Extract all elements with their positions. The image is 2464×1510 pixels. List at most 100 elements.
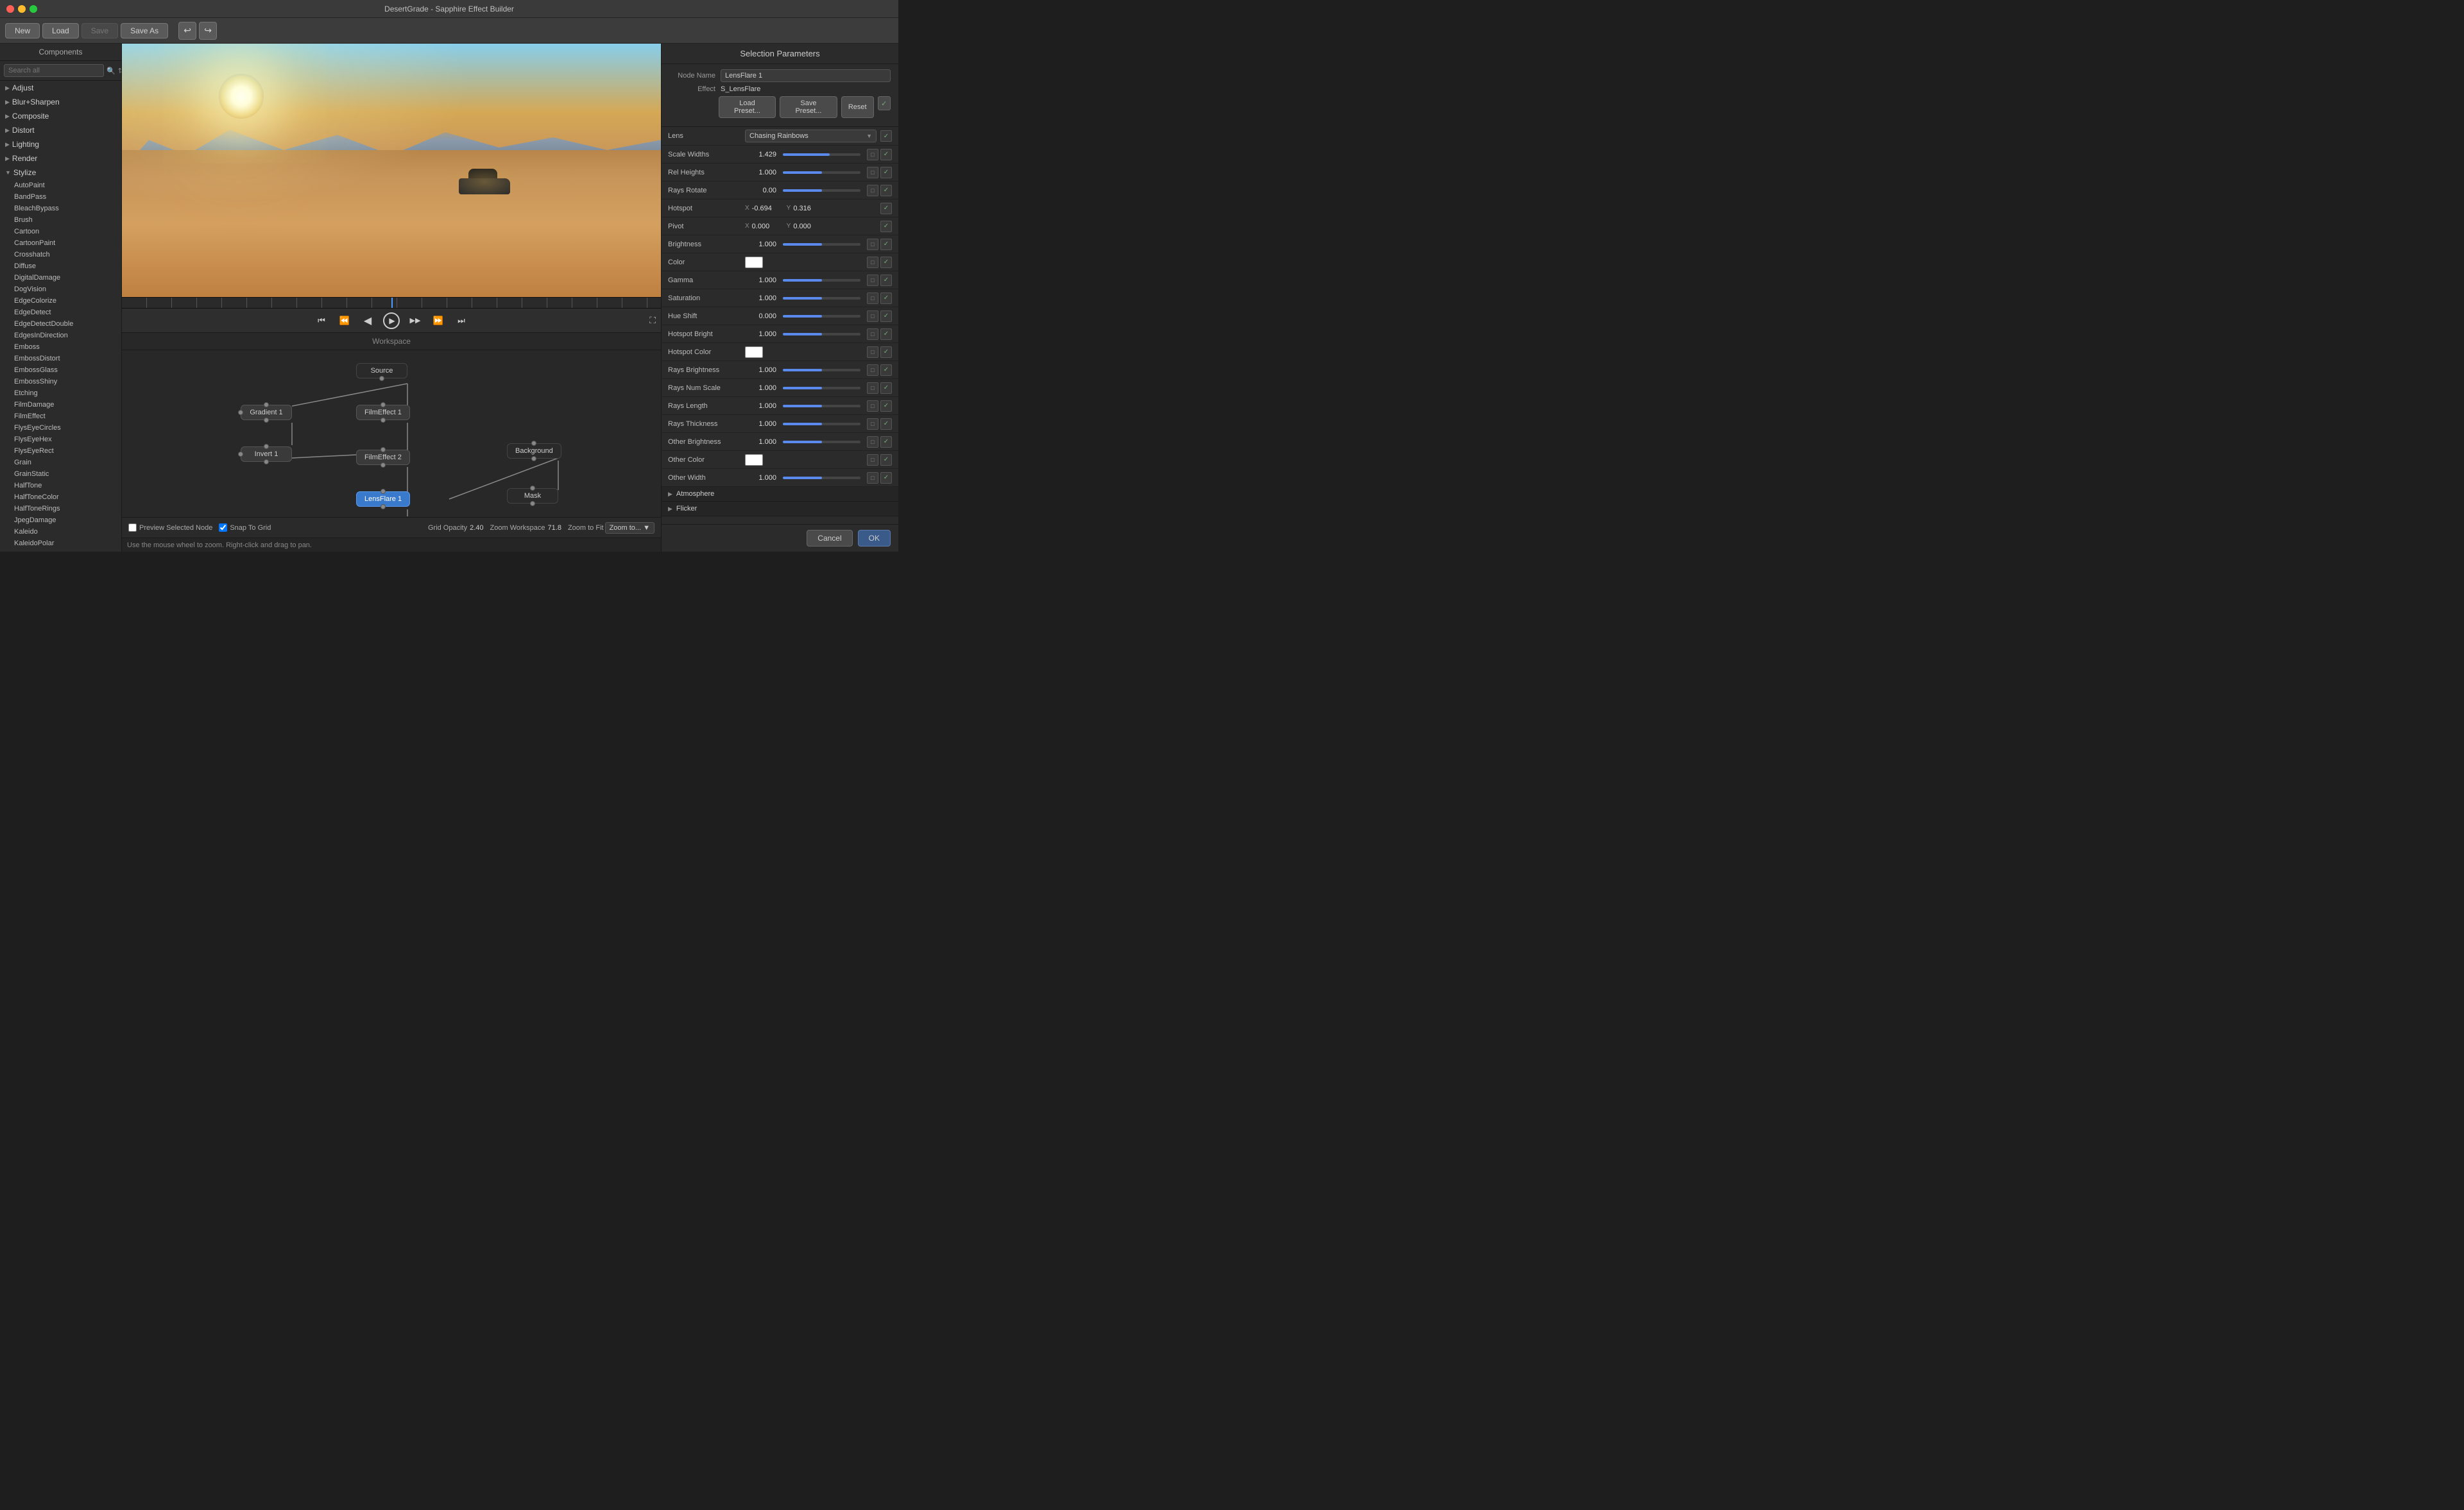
- node-canvas[interactable]: SourceGradient 1FilmEffect 1Invert 1Film…: [122, 350, 661, 516]
- param-check-14[interactable]: ✓: [880, 400, 892, 412]
- grid-opacity-value[interactable]: 2.40: [470, 524, 483, 532]
- timeline-cursor[interactable]: [391, 298, 393, 308]
- fullscreen-button[interactable]: ⛶: [649, 315, 656, 326]
- sidebar-item-halftonecolor[interactable]: HalfToneColor: [0, 491, 121, 503]
- sidebar-group-header-stylize[interactable]: ▼Stylize: [0, 165, 121, 180]
- node-mask[interactable]: Mask: [507, 488, 558, 504]
- xy-x-val-3[interactable]: -0.694: [752, 205, 784, 212]
- save-as-button[interactable]: Save As: [121, 23, 168, 38]
- param-slider-10[interactable]: [783, 333, 860, 335]
- param-value-13[interactable]: 1.000: [745, 384, 780, 392]
- param-slider-14[interactable]: [783, 405, 860, 407]
- node-filmeffect1[interactable]: FilmEffect 1: [356, 405, 410, 420]
- skip-to-start-button[interactable]: ⏮: [314, 313, 329, 328]
- sidebar-group-composite[interactable]: ▶Composite: [0, 109, 121, 123]
- port-left-invert1[interactable]: [238, 452, 243, 457]
- sidebar-item-cartoon[interactable]: Cartoon: [0, 226, 121, 237]
- sidebar-item-kaleidopolar[interactable]: KaleidoPolar: [0, 538, 121, 549]
- minimize-button[interactable]: [18, 5, 26, 13]
- timeline[interactable]: [122, 297, 661, 309]
- sidebar-group-header-composite[interactable]: ▶Composite: [0, 109, 121, 123]
- node-filmeffect2[interactable]: FilmEffect 2: [356, 450, 410, 465]
- new-button[interactable]: New: [5, 23, 40, 38]
- param-slider-13[interactable]: [783, 387, 860, 389]
- param-slider-5[interactable]: [783, 243, 860, 246]
- param-check-11[interactable]: ✓: [880, 346, 892, 358]
- param-value-1[interactable]: 1.000: [745, 169, 780, 176]
- sidebar-item-halftone[interactable]: HalfTone: [0, 480, 121, 491]
- sidebar-item-embossglass[interactable]: EmbossGlass: [0, 364, 121, 376]
- port-top-invert1[interactable]: [264, 444, 269, 449]
- param-sq-btn-10[interactable]: □: [867, 328, 878, 340]
- param-check-9[interactable]: ✓: [880, 310, 892, 322]
- sidebar-item-filmdamage[interactable]: FilmDamage: [0, 399, 121, 411]
- sidebar-item-grainstatic[interactable]: GrainStatic: [0, 468, 121, 480]
- sidebar-item-jpegdamage[interactable]: JpegDamage: [0, 514, 121, 526]
- zoom-dropdown-button[interactable]: Zoom to... ▼: [605, 522, 654, 534]
- param-check-0[interactable]: ✓: [880, 149, 892, 160]
- param-value-0[interactable]: 1.429: [745, 151, 780, 158]
- close-button[interactable]: [6, 5, 14, 13]
- sidebar-item-crosshatch[interactable]: Crosshatch: [0, 249, 121, 260]
- sidebar-item-kaleido[interactable]: Kaleido: [0, 526, 121, 538]
- search-icon[interactable]: 🔍: [107, 64, 116, 77]
- sidebar-item-bleachbypass[interactable]: BleachBypass: [0, 203, 121, 214]
- param-sq-btn-2[interactable]: □: [867, 185, 878, 196]
- maximize-button[interactable]: [30, 5, 37, 13]
- port-bottom-background[interactable]: [531, 456, 536, 461]
- param-color-swatch-11[interactable]: [745, 346, 763, 358]
- xy-y-val-4[interactable]: 0.000: [793, 223, 825, 230]
- sidebar-group-header-lighting[interactable]: ▶Lighting: [0, 137, 121, 151]
- node-source[interactable]: Source: [356, 363, 407, 378]
- sidebar-item-emboss[interactable]: Emboss: [0, 341, 121, 353]
- sidebar-item-cartoonpaint[interactable]: CartoonPaint: [0, 237, 121, 249]
- param-check-2[interactable]: ✓: [880, 185, 892, 196]
- snap-to-grid-label[interactable]: Snap To Grid: [219, 523, 271, 532]
- step-forward-button[interactable]: ⏩: [431, 313, 446, 328]
- sidebar-group-header-distort[interactable]: ▶Distort: [0, 123, 121, 137]
- param-sq-btn-12[interactable]: □: [867, 364, 878, 376]
- param-slider-12[interactable]: [783, 369, 860, 371]
- cancel-button[interactable]: Cancel: [807, 530, 852, 547]
- port-top-filmeffect1[interactable]: [381, 402, 386, 407]
- param-check-12[interactable]: ✓: [880, 364, 892, 376]
- xy-x-val-4[interactable]: 0.000: [752, 223, 784, 230]
- param-slider-16[interactable]: [783, 441, 860, 443]
- sidebar-item-autopaint[interactable]: AutoPaint: [0, 180, 121, 191]
- param-sq-btn-9[interactable]: □: [867, 310, 878, 322]
- port-bottom-filmeffect2[interactable]: [381, 462, 386, 468]
- param-slider-2[interactable]: [783, 189, 860, 192]
- param-sq-btn-17[interactable]: □: [867, 454, 878, 466]
- sidebar-group-distort[interactable]: ▶Distort: [0, 123, 121, 137]
- sidebar-group-lighting[interactable]: ▶Lighting: [0, 137, 121, 151]
- ok-button[interactable]: OK: [858, 530, 891, 547]
- param-check-10[interactable]: ✓: [880, 328, 892, 340]
- param-sq-btn-15[interactable]: □: [867, 418, 878, 430]
- redo-button[interactable]: ↪: [199, 22, 217, 40]
- param-sq-btn-7[interactable]: □: [867, 275, 878, 286]
- port-bottom-mask[interactable]: [530, 501, 535, 506]
- check-button[interactable]: ✓: [878, 96, 891, 110]
- param-value-14[interactable]: 1.000: [745, 402, 780, 410]
- save-button[interactable]: Save: [81, 23, 118, 38]
- param-check-7[interactable]: ✓: [880, 275, 892, 286]
- node-invert1[interactable]: Invert 1: [241, 446, 292, 462]
- zoom-workspace-value[interactable]: 71.8: [548, 524, 561, 532]
- param-check-18[interactable]: ✓: [880, 472, 892, 484]
- param-check-1[interactable]: ✓: [880, 167, 892, 178]
- param-value-18[interactable]: 1.000: [745, 474, 780, 482]
- param-color-swatch-17[interactable]: [745, 454, 763, 466]
- param-color-swatch-6[interactable]: [745, 257, 763, 268]
- load-button[interactable]: Load: [42, 23, 79, 38]
- param-value-10[interactable]: 1.000: [745, 330, 780, 338]
- undo-button[interactable]: ↩: [178, 22, 196, 40]
- port-bottom-gradient1[interactable]: [264, 418, 269, 423]
- node-name-input[interactable]: [721, 69, 891, 82]
- port-top-filmeffect2[interactable]: [381, 447, 386, 452]
- param-check-8[interactable]: ✓: [880, 293, 892, 304]
- port-top-gradient1[interactable]: [264, 402, 269, 407]
- reset-button[interactable]: Reset: [841, 96, 874, 118]
- sidebar-group-blur-sharpen[interactable]: ▶Blur+Sharpen: [0, 95, 121, 109]
- param-value-12[interactable]: 1.000: [745, 366, 780, 374]
- sidebar-item-embossdistort[interactable]: EmbossDistort: [0, 353, 121, 364]
